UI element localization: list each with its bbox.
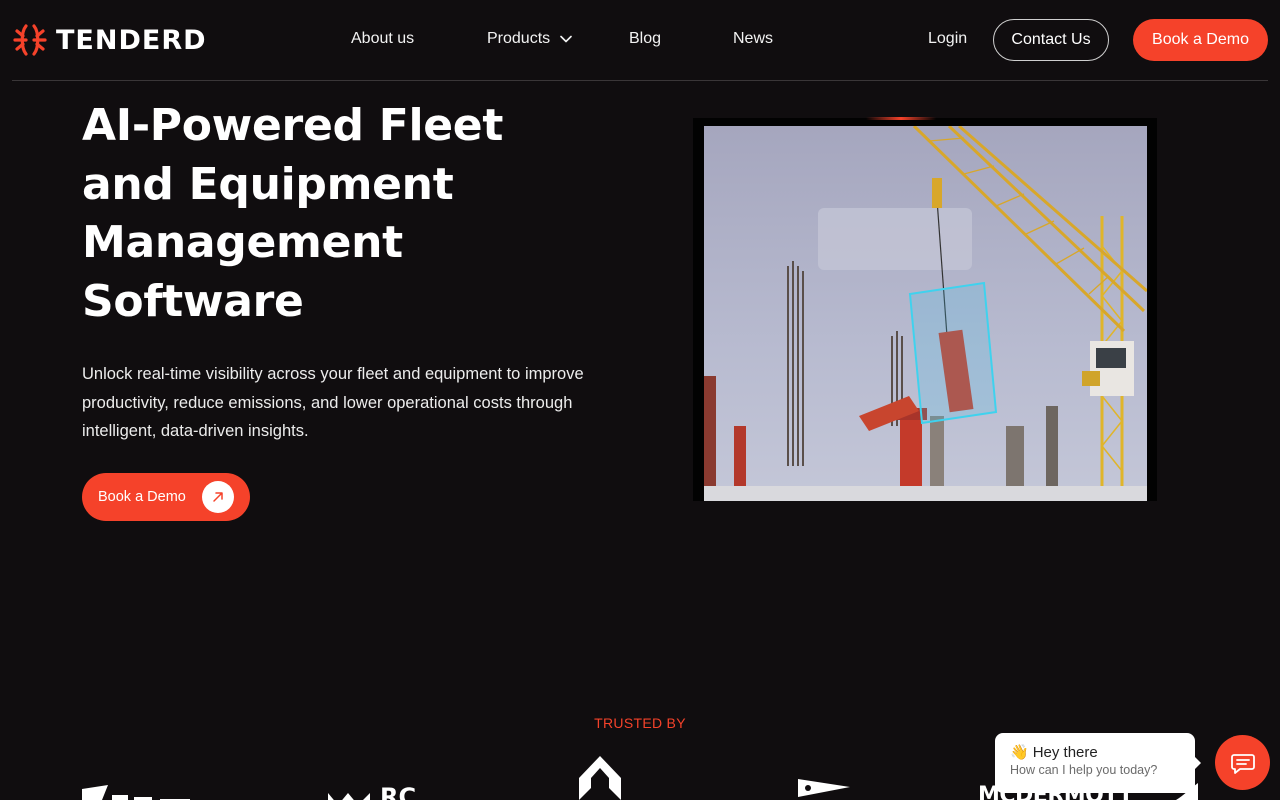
header-book-demo-button[interactable]: Book a Demo <box>1133 19 1268 61</box>
arrow-up-right-icon <box>202 481 234 513</box>
login-link[interactable]: Login <box>928 30 967 48</box>
partner-logo-1 <box>82 785 190 800</box>
chat-greeting: 👋 Hey there <box>1010 743 1180 762</box>
nav-products-label: Products <box>487 30 551 47</box>
partner-logo-2-mark <box>328 793 370 800</box>
hero-cta-label: Book a Demo <box>98 489 186 505</box>
chat-greeting-text: Hey there <box>1032 743 1098 761</box>
hero-title: AI-Powered Fleet and Equipment Managemen… <box>82 100 504 327</box>
chevron-down-icon <box>560 35 572 43</box>
tenderd-mark-icon <box>13 24 47 56</box>
partner-logo-3 <box>579 756 621 800</box>
brand-name: TENDERD <box>56 24 207 56</box>
site-header: TENDERD About us Products Blog News Logi… <box>0 0 1280 80</box>
partner-logo-2-text: RC <box>380 783 417 800</box>
nav-news[interactable]: News <box>733 30 773 48</box>
header-divider <box>12 80 1268 81</box>
hero-subtitle: Unlock real-time visibility across your … <box>82 365 584 440</box>
chat-icon <box>1230 753 1255 774</box>
nav-blog[interactable]: Blog <box>629 30 661 48</box>
chat-bubble-tail <box>1193 755 1201 771</box>
chat-launcher-button[interactable] <box>1215 735 1270 790</box>
chat-greeting-bubble[interactable]: 👋 Hey there How can I help you today? <box>995 733 1195 793</box>
wave-icon: 👋 <box>1010 744 1029 761</box>
partner-logo-4 <box>798 779 850 797</box>
trusted-by-label: TRUSTED BY <box>594 715 686 731</box>
hero-book-demo-button[interactable]: Book a Demo <box>82 473 250 521</box>
chat-prompt: How can I help you today? <box>1010 763 1158 777</box>
brand-logo[interactable]: TENDERD <box>12 22 207 58</box>
video-glow <box>866 117 936 120</box>
contact-us-button[interactable]: Contact Us <box>993 19 1109 61</box>
nav-products[interactable]: Products <box>487 30 572 48</box>
construction-crane-video[interactable] <box>704 126 1147 501</box>
nav-about-us[interactable]: About us <box>351 30 414 48</box>
